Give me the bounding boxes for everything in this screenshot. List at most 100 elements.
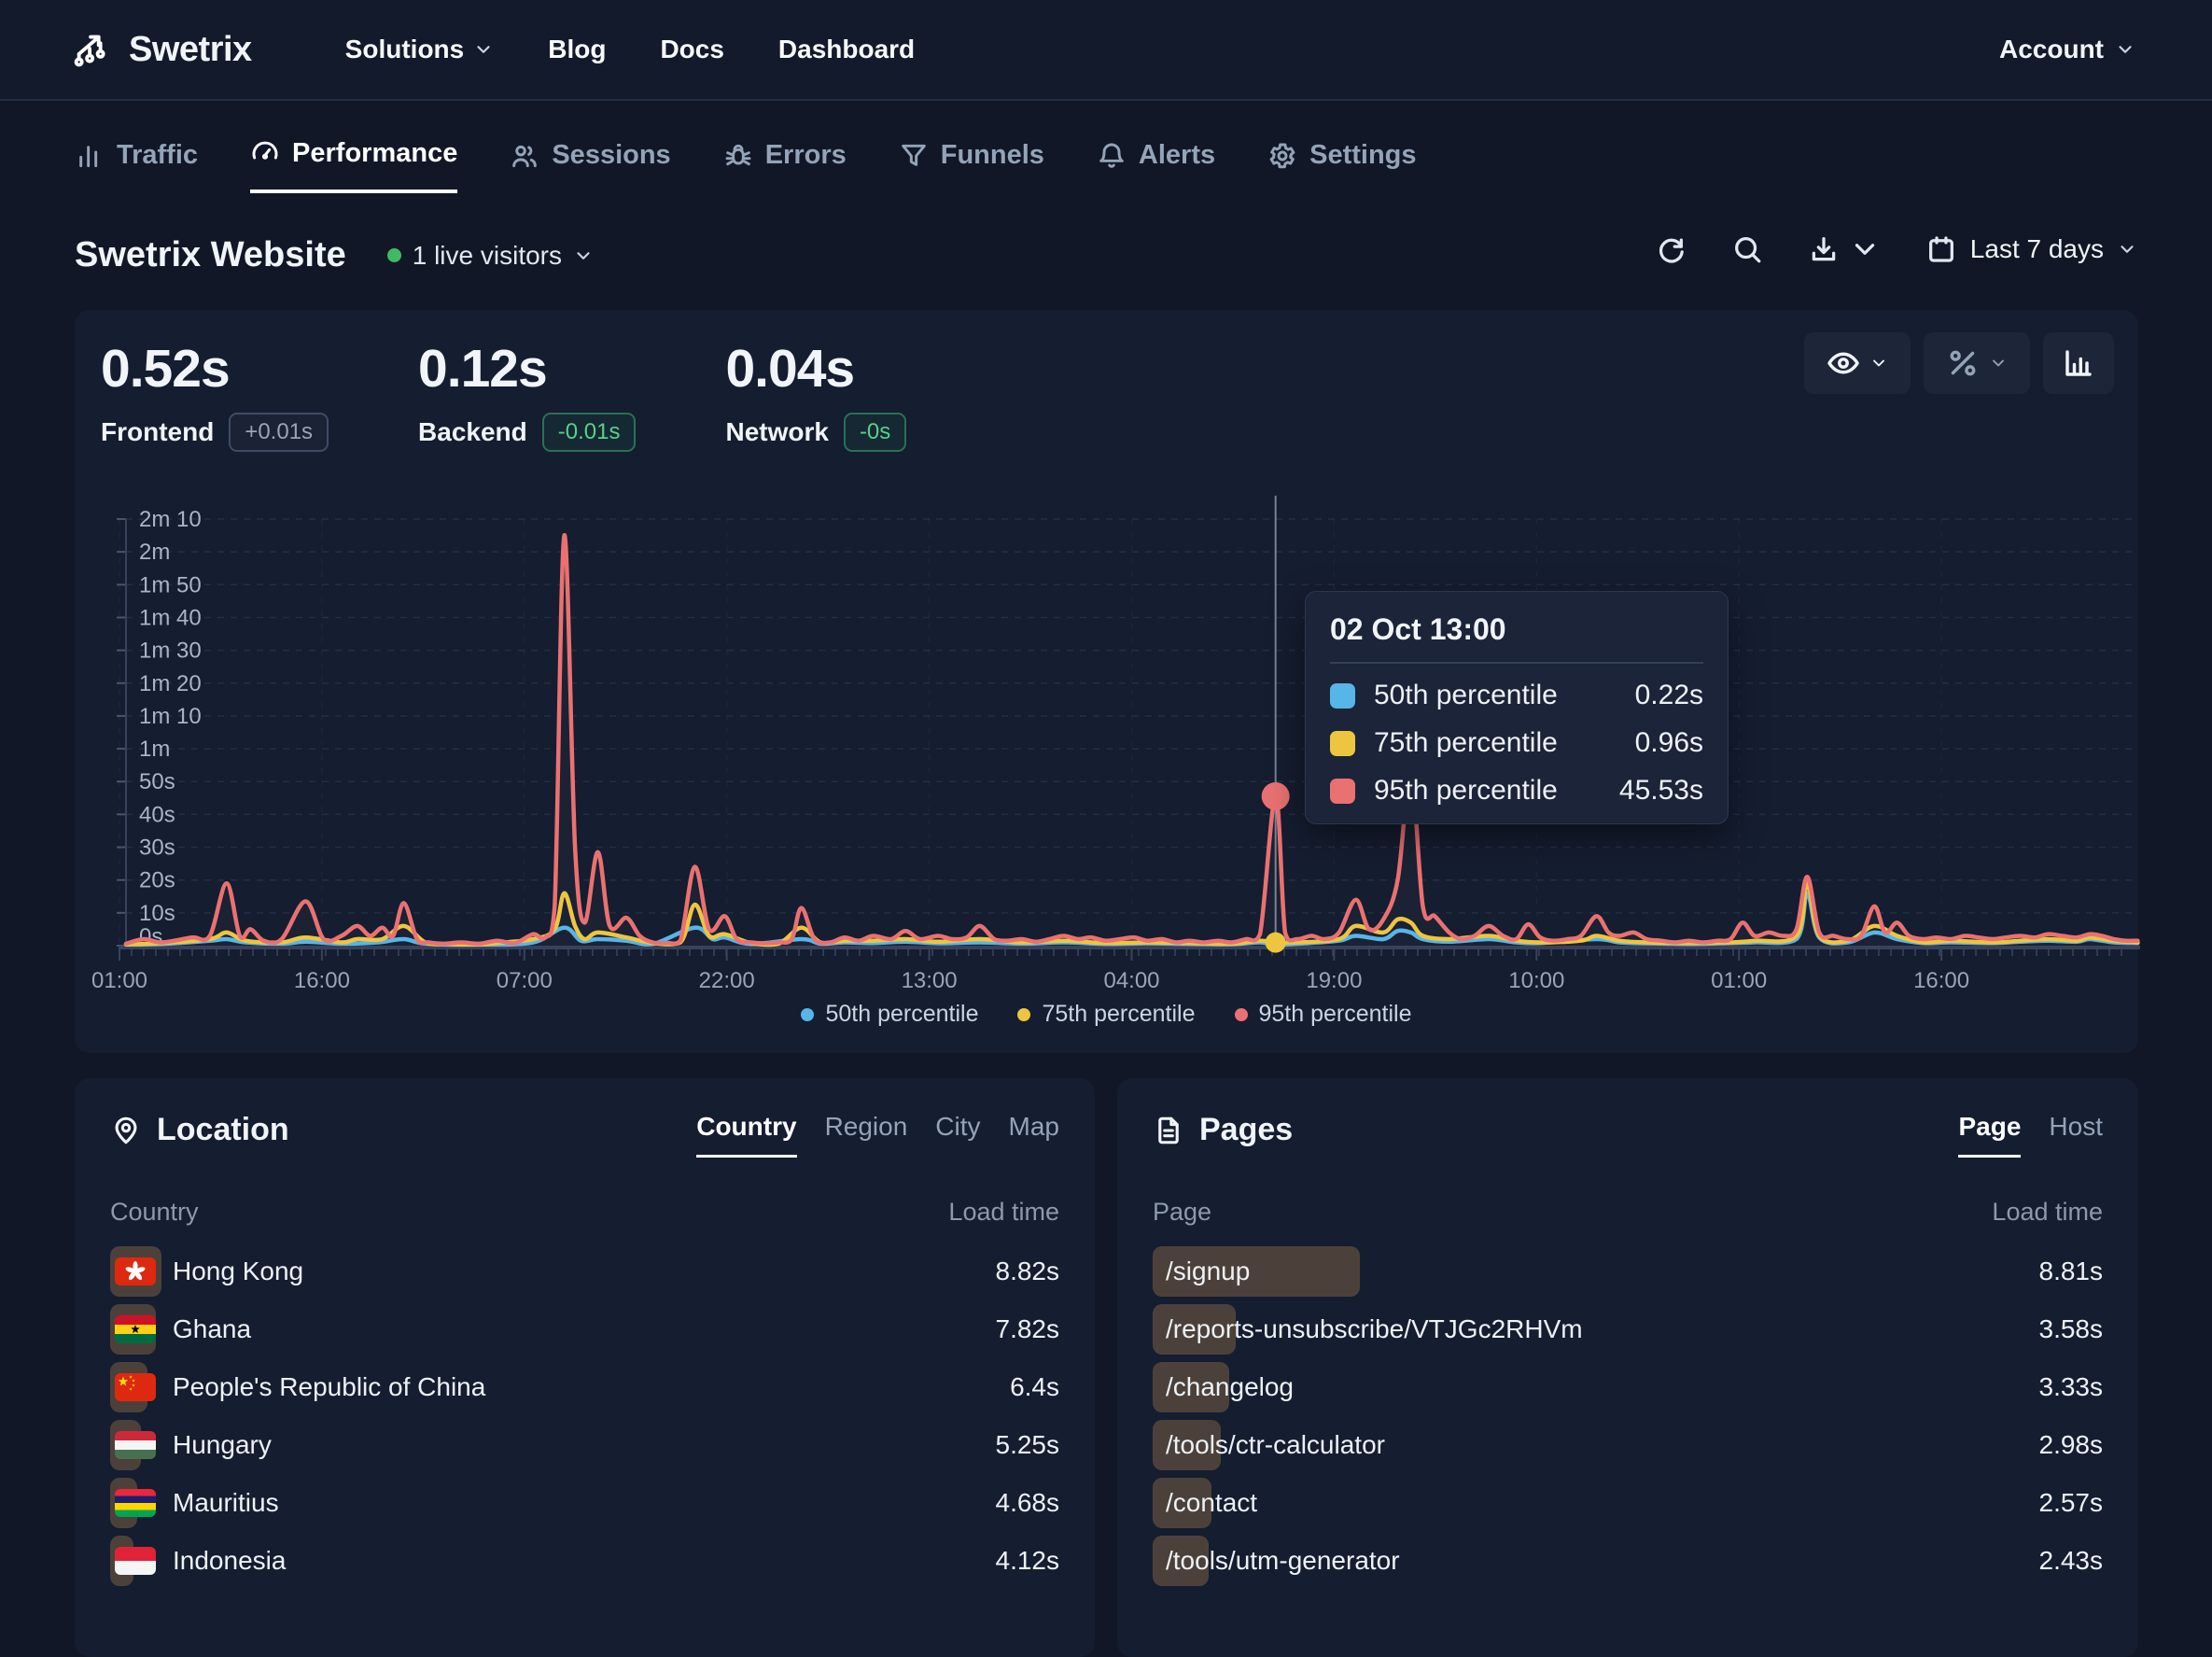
export-button[interactable]: [1808, 233, 1881, 265]
chart-type-button[interactable]: [2043, 332, 2114, 394]
svg-text:22:00: 22:00: [699, 968, 755, 993]
tab-performance[interactable]: Performance: [250, 138, 457, 193]
hk-flag-icon: [115, 1257, 156, 1285]
legend-p75[interactable]: 75th percentile: [1017, 1001, 1195, 1028]
chart-tooltip: 02 Oct 13:00 50th percentile 0.22s 75th …: [1305, 591, 1729, 824]
location-tab-city[interactable]: City: [935, 1112, 980, 1158]
panel-title-label: Location: [157, 1112, 289, 1148]
row-name: Hungary: [173, 1430, 272, 1460]
location-tab-map[interactable]: Map: [1009, 1112, 1059, 1158]
tab-label: Alerts: [1139, 140, 1215, 171]
performance-chart-card: 0.52s Frontend +0.01s 0.12s Backend -0.0…: [75, 310, 2138, 1053]
date-range-picker[interactable]: Last 7 days: [1925, 233, 2137, 265]
row-load-time: 2.43s: [2039, 1546, 2104, 1576]
list-item[interactable]: Indonesia4.12s: [110, 1532, 1059, 1590]
gh-flag-icon: [115, 1315, 156, 1343]
page-title: Swetrix Website: [75, 235, 346, 275]
tab-funnels[interactable]: Funnels: [899, 138, 1044, 193]
nav-dashboard[interactable]: Dashboard: [778, 35, 915, 64]
svg-text:16:00: 16:00: [294, 968, 350, 993]
calendar-icon: [1925, 233, 1957, 265]
location-tab-country[interactable]: Country: [696, 1112, 796, 1158]
search-button[interactable]: [1731, 233, 1763, 265]
location-tab-region[interactable]: Region: [825, 1112, 908, 1158]
metric-frontend[interactable]: 0.52s Frontend +0.01s: [101, 338, 329, 452]
row-load-time: 3.33s: [2039, 1372, 2104, 1402]
top-navigation: Swetrix Solutions Blog Docs Dashboard Ac…: [0, 0, 2212, 101]
percent-dropdown[interactable]: [1924, 332, 2030, 394]
live-visitors-dropdown[interactable]: 1 live visitors: [387, 241, 594, 271]
list-item[interactable]: /changelog3.33s: [1153, 1358, 2103, 1416]
tab-sessions[interactable]: Sessions: [510, 138, 670, 193]
tooltip-title: 02 Oct 13:00: [1330, 612, 1703, 664]
visibility-dropdown[interactable]: [1804, 332, 1911, 394]
legend-label: 95th percentile: [1259, 1001, 1412, 1028]
row-load-time: 4.68s: [996, 1488, 1060, 1518]
chevron-down-icon: [2117, 239, 2137, 260]
row-load-time: 3.58s: [2039, 1314, 2104, 1344]
nav-blog[interactable]: Blog: [548, 35, 606, 64]
tab-settings[interactable]: Settings: [1267, 138, 1416, 193]
tab-alerts[interactable]: Alerts: [1097, 138, 1215, 193]
list-item[interactable]: /tools/utm-generator2.43s: [1153, 1532, 2103, 1590]
chart-legend: 50th percentile 75th percentile 95th per…: [75, 1001, 2138, 1028]
column-header-value: Load time: [1992, 1198, 2103, 1227]
brand[interactable]: Swetrix: [71, 28, 252, 71]
list-item[interactable]: Hong Kong8.82s: [110, 1243, 1059, 1300]
pages-tab-page[interactable]: Page: [1958, 1112, 2021, 1158]
panel-title-label: Pages: [1199, 1112, 1293, 1148]
svg-text:30s: 30s: [139, 836, 175, 861]
metric-backend[interactable]: 0.12s Backend -0.01s: [418, 338, 636, 452]
tooltip-value: 45.53s: [1619, 775, 1703, 807]
svg-text:40s: 40s: [139, 802, 175, 827]
funnel-icon: [899, 141, 929, 171]
row-name: /contact: [1166, 1488, 1257, 1518]
nav-solutions[interactable]: Solutions: [345, 35, 495, 64]
refresh-button[interactable]: [1655, 233, 1687, 265]
gear-icon: [1267, 141, 1297, 171]
nav-docs[interactable]: Docs: [660, 35, 723, 64]
list-item[interactable]: Hungary 5.25s: [110, 1416, 1059, 1474]
tab-label: Errors: [765, 140, 847, 171]
list-item[interactable]: /tools/ctr-calculator2.98s: [1153, 1416, 2103, 1474]
location-tabs: Country Region City Map: [696, 1112, 1059, 1158]
tooltip-value: 0.22s: [1635, 680, 1703, 711]
tab-traffic[interactable]: Traffic: [75, 138, 198, 193]
svg-text:16:00: 16:00: [1913, 968, 1969, 993]
bell-icon: [1097, 141, 1127, 171]
map-pin-icon: [110, 1115, 142, 1146]
row-load-time: 2.57s: [2039, 1488, 2104, 1518]
svg-text:07:00: 07:00: [497, 968, 553, 993]
bar-chart-icon: [75, 141, 105, 171]
row-name: /reports-unsubscribe/VTJGc2RHVm: [1166, 1314, 1583, 1344]
legend-p95[interactable]: 95th percentile: [1235, 1001, 1412, 1028]
list-item[interactable]: /signup8.81s: [1153, 1243, 2103, 1300]
legend-dot: [1235, 1008, 1248, 1021]
account-menu[interactable]: Account: [1999, 35, 2135, 64]
svg-text:1m 30: 1m 30: [139, 639, 202, 664]
svg-text:13:00: 13:00: [902, 968, 958, 993]
row-load-time: 4.12s: [996, 1546, 1060, 1576]
svg-text:1m 10: 1m 10: [139, 704, 202, 729]
list-item[interactable]: Mauritius 4.68s: [110, 1474, 1059, 1532]
metric-network[interactable]: 0.04s Network -0s: [725, 338, 906, 452]
metric-value: 0.12s: [418, 338, 636, 400]
row-name: /signup: [1166, 1257, 1250, 1286]
performance-line-chart[interactable]: 10s20s30s40s50s1m1m 101m 201m 301m 401m …: [51, 490, 2161, 999]
list-item[interactable]: /reports-unsubscribe/VTJGc2RHVm 3.58s: [1153, 1300, 2103, 1358]
list-item[interactable]: Ghana7.82s: [110, 1300, 1059, 1358]
legend-label: 50th percentile: [825, 1001, 978, 1028]
live-dot: [387, 248, 401, 262]
row-load-time: 2.98s: [2039, 1430, 2104, 1460]
list-item[interactable]: /contact 2.57s: [1153, 1474, 2103, 1532]
row-load-time: 5.25s: [996, 1430, 1060, 1460]
tab-label: Sessions: [552, 140, 670, 171]
tab-label: Funnels: [941, 140, 1044, 171]
tab-errors[interactable]: Errors: [723, 138, 847, 193]
row-name: Mauritius: [173, 1488, 279, 1518]
pages-panel: Pages PageHost Page Load time /signup8.8…: [1117, 1078, 2138, 1657]
legend-p50[interactable]: 50th percentile: [801, 1001, 978, 1028]
list-item[interactable]: People's Republic of China6.4s: [110, 1358, 1059, 1416]
svg-text:01:00: 01:00: [1711, 968, 1767, 993]
pages-tab-host[interactable]: Host: [2049, 1112, 2103, 1158]
